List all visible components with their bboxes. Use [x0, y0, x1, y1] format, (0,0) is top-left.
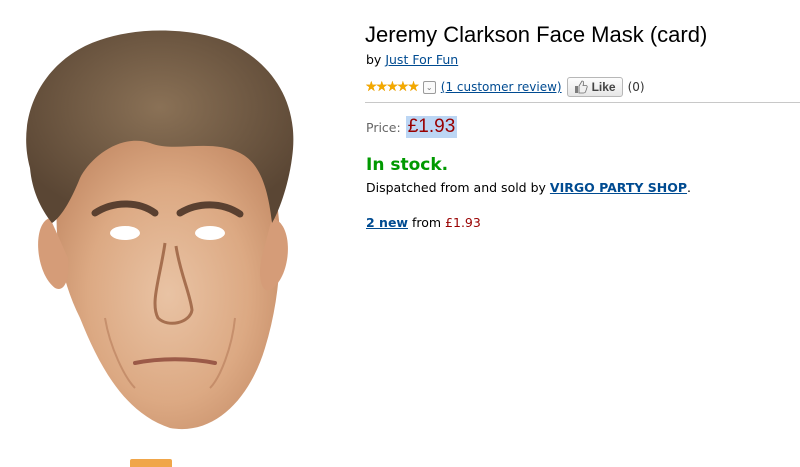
offers-line: 2 new from £1.93 [366, 215, 481, 230]
seller-link[interactable]: VIRGO PARTY SHOP [550, 180, 687, 195]
customer-review-link[interactable]: (1 customer review) [441, 80, 562, 94]
dispatch-end: . [687, 180, 692, 195]
availability-status: In stock. [366, 155, 449, 175]
face-shape [56, 129, 281, 430]
product-title: Jeremy Clarkson Face Mask (card) [365, 22, 708, 47]
price-value: £1.93 [405, 116, 458, 138]
brand-link[interactable]: Just For Fun [385, 52, 458, 67]
by-prefix: by [366, 52, 382, 67]
like-count: (0) [627, 80, 645, 94]
price-label: Price: [366, 120, 401, 135]
byline: by Just For Fun [366, 52, 458, 67]
divider [365, 102, 800, 103]
price-row: Price: £1.93 [366, 116, 458, 138]
like-button[interactable]: Like [566, 77, 623, 97]
rating-row: ★★★★★ ⌄ (1 customer review) Like (0) [365, 76, 645, 98]
dispatch-text: Dispatched from and sold by [366, 180, 546, 195]
chevron-down-icon[interactable]: ⌄ [422, 80, 436, 94]
dispatch-info: Dispatched from and sold by VIRGO PARTY … [366, 180, 691, 195]
like-label: Like [591, 80, 616, 94]
thumbs-up-icon [574, 80, 588, 94]
product-image[interactable] [10, 18, 310, 458]
new-offers-link[interactable]: 2 new [366, 215, 408, 230]
offers-from-price: £1.93 [445, 215, 481, 230]
right-eye-hole [195, 226, 225, 240]
left-eye-hole [110, 226, 140, 240]
partial-bottom-icon [130, 459, 172, 467]
offers-from-text: from [411, 215, 442, 230]
star-rating-icon[interactable]: ★★★★★ [365, 79, 420, 95]
reviews-link-wrapper: (1 customer review) [441, 80, 562, 94]
